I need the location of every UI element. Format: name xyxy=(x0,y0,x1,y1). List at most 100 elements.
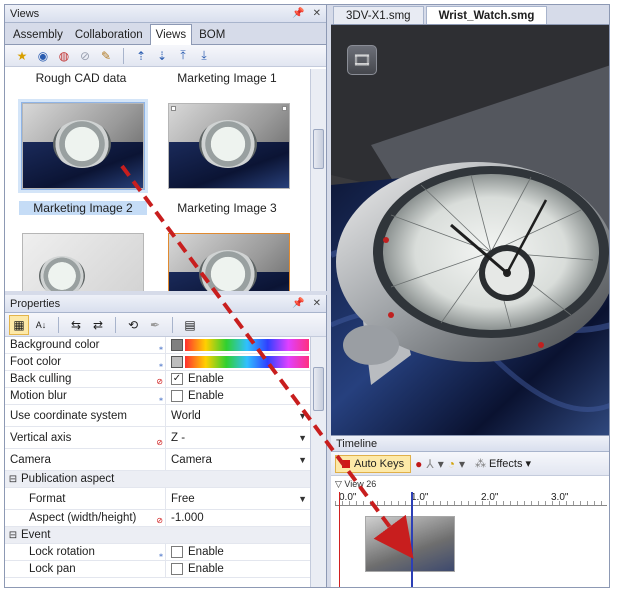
property-pages-icon[interactable]: ▤ xyxy=(180,315,200,335)
default-marker-icon: ⁎ xyxy=(159,343,163,352)
reset-icon[interactable]: ⟲ xyxy=(123,315,143,335)
3d-viewport[interactable]: 🎞 xyxy=(331,25,609,435)
property-row-back-culling[interactable]: Back culling ⊘ ✓ Enable xyxy=(5,371,311,388)
tab-collaboration[interactable]: Collaboration xyxy=(70,25,148,44)
color-swatch[interactable] xyxy=(171,356,183,368)
view-label-marketing-1[interactable]: Marketing Image 1 xyxy=(163,71,291,85)
property-value: Enable xyxy=(188,373,224,385)
property-row-foot-color[interactable]: Foot color ⁎ xyxy=(5,354,311,371)
view-thumbnail-marketing-2[interactable] xyxy=(21,102,145,190)
set-key-icon[interactable]: ● xyxy=(415,457,422,471)
move-down-icon[interactable]: ⇣ xyxy=(153,47,171,65)
snap-icon[interactable]: ◔ xyxy=(448,457,455,471)
timeline-title: Timeline xyxy=(331,436,609,452)
chevron-down-icon[interactable]: ▾ xyxy=(459,457,465,471)
document-tab-bar: 3DV-X1.smg Wrist_Watch.smg xyxy=(331,5,609,25)
property-row-motion-blur[interactable]: Motion blur ⁎ Enable xyxy=(5,388,311,405)
views-toolbar: ★ ◉ ◍ ⊘ ✎ ⇡ ⇣ ⤒ ⤓ xyxy=(5,45,326,67)
tab-document-wrist-watch[interactable]: Wrist_Watch.smg xyxy=(425,6,548,24)
chevron-down-icon[interactable]: ▼ xyxy=(298,455,307,465)
property-value[interactable]: -1.000 xyxy=(171,512,204,524)
expand-all-icon[interactable]: ⇆ xyxy=(66,315,86,335)
timeline-toolbar: Auto Keys ● ⅄ ▾ ◔ ▾ ⁂ Effects ▾ xyxy=(331,452,609,476)
auto-keys-button[interactable]: Auto Keys xyxy=(335,454,412,473)
collapse-icon[interactable]: ⊟ xyxy=(5,471,21,487)
timeline-track-area[interactable]: ▽ View 26 0.0" 1.0" 2.0" 3.0" xyxy=(331,476,609,587)
category-publication-aspect[interactable]: ⊟ Publication aspect xyxy=(5,471,311,488)
back-culling-checkbox[interactable]: ✓ xyxy=(171,373,183,385)
eyedropper-icon[interactable]: ✒ xyxy=(145,315,165,335)
new-view-icon[interactable]: ★ xyxy=(13,47,31,65)
property-label: Lock pan xyxy=(29,563,76,575)
chevron-down-icon[interactable]: ▼ xyxy=(298,433,307,443)
property-row-lock-pan[interactable]: Lock pan Enable xyxy=(5,561,311,578)
move-first-icon[interactable]: ⤒ xyxy=(174,47,192,65)
tab-assembly[interactable]: Assembly xyxy=(8,25,68,44)
properties-panel-title: Properties 📌 ✕ xyxy=(5,295,326,313)
close-icon[interactable]: ✕ xyxy=(313,8,321,19)
sort-alpha-icon[interactable]: A↓ xyxy=(31,315,51,335)
categorized-icon[interactable]: ▦ xyxy=(9,314,29,335)
chevron-down-icon[interactable]: ▼ xyxy=(298,411,307,421)
tab-bom[interactable]: BOM xyxy=(194,25,230,44)
property-row-vertical-axis[interactable]: Vertical axis ⊘ Z - ▼ xyxy=(5,427,311,449)
property-label: Format xyxy=(29,492,66,505)
capture-view-icon[interactable]: ◉ xyxy=(34,47,52,65)
property-row-coordinate-system[interactable]: Use coordinate system World ▼ xyxy=(5,405,311,427)
move-up-icon[interactable]: ⇡ xyxy=(132,47,150,65)
property-row-aspect[interactable]: Aspect (width/height) ⊘ -1.000 xyxy=(5,510,311,527)
view-thumbnail-marketing-3[interactable] xyxy=(168,233,290,291)
color-swatch[interactable] xyxy=(171,339,183,351)
property-value: Enable xyxy=(188,563,224,575)
properties-scrollbar-thumb[interactable] xyxy=(313,367,324,411)
motion-blur-checkbox[interactable] xyxy=(171,390,183,402)
close-icon[interactable]: ✕ xyxy=(313,298,321,309)
view-label-marketing-3[interactable]: Marketing Image 3 xyxy=(163,201,291,215)
property-label: Aspect (width/height) xyxy=(29,512,137,524)
effects-icon: ⁂ xyxy=(475,458,487,470)
property-row-background-color[interactable]: Background color ⁎ xyxy=(5,337,311,354)
property-row-lock-rotation[interactable]: Lock rotation ⁎ Enable xyxy=(5,544,311,561)
properties-toolbar: ▦ A↓ ⇆ ⇄ ⟲ ✒ ▤ xyxy=(5,313,326,337)
timeline-view-label[interactable]: ▽ View 26 xyxy=(335,479,376,490)
timeline-panel: Timeline Auto Keys ● ⅄ ▾ ◔ ▾ ⁂ Effects ▾… xyxy=(331,435,609,587)
pin-icon[interactable]: 📌 xyxy=(292,298,304,309)
view-label-marketing-2[interactable]: Marketing Image 2 xyxy=(19,201,147,215)
lock-rotation-checkbox[interactable] xyxy=(171,546,183,558)
views-scrollbar-thumb[interactable] xyxy=(313,129,324,169)
color-gradient-picker[interactable] xyxy=(185,356,309,368)
time-ruler[interactable]: 0.0" 1.0" 2.0" 3.0" xyxy=(335,492,607,506)
view-thumbnail-rough-cad[interactable] xyxy=(22,233,144,291)
properties-scrollbar[interactable] xyxy=(310,337,326,587)
views-tab-bar: Assembly Collaboration Views BOM xyxy=(5,23,326,45)
lock-pan-checkbox[interactable] xyxy=(171,563,183,575)
view-thumbnail-marketing-1[interactable] xyxy=(168,103,290,189)
views-scrollbar[interactable] xyxy=(310,69,326,291)
collapse-all-icon[interactable]: ⇄ xyxy=(88,315,108,335)
category-event[interactable]: ⊟ Event xyxy=(5,527,311,544)
pin-icon[interactable]: 📌 xyxy=(292,8,304,19)
dragged-view-thumbnail[interactable] xyxy=(365,516,455,572)
color-gradient-picker[interactable] xyxy=(185,339,309,351)
playhead[interactable] xyxy=(411,492,413,587)
toolbar-divider xyxy=(115,316,116,333)
collapse-icon[interactable]: ⊟ xyxy=(5,527,21,543)
toolbar-divider xyxy=(123,47,124,64)
property-row-camera[interactable]: Camera Camera ▼ xyxy=(5,449,311,471)
paint-brush-icon[interactable]: ✎ xyxy=(97,47,115,65)
update-view-icon[interactable]: ◍ xyxy=(55,47,73,65)
chevron-down-icon[interactable]: ▾ xyxy=(438,457,444,471)
effects-button[interactable]: ⁂ Effects ▾ xyxy=(475,457,531,471)
wrist-watch-render xyxy=(331,25,609,435)
delete-view-icon[interactable]: ⊘ xyxy=(76,47,94,65)
view-label-rough-cad[interactable]: Rough CAD data xyxy=(17,71,145,85)
film-camera-icon[interactable]: 🎞 xyxy=(347,45,377,75)
watch-thumbnail-image xyxy=(199,120,257,168)
property-row-format[interactable]: Format Free ▼ xyxy=(5,488,311,510)
move-last-icon[interactable]: ⤓ xyxy=(195,47,213,65)
tab-document-3dv-x1[interactable]: 3DV-X1.smg xyxy=(333,6,424,24)
tab-views[interactable]: Views xyxy=(149,24,193,45)
key-filter-icon[interactable]: ⅄ xyxy=(426,457,433,471)
chevron-down-icon[interactable]: ▼ xyxy=(298,494,307,504)
modified-marker-icon: ⊘ xyxy=(156,516,163,525)
